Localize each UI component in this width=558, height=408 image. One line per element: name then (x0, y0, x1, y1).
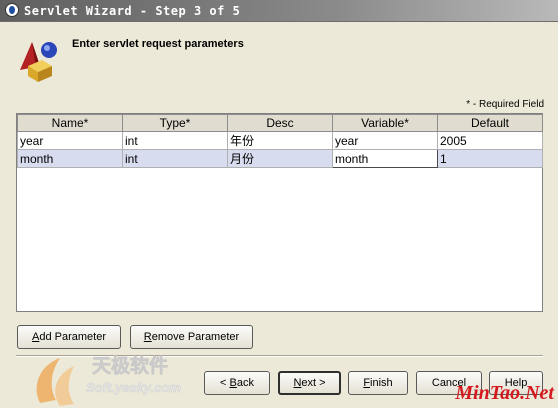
cell-name[interactable]: year (17, 131, 123, 150)
table-row[interactable]: year int 年份 year 2005 (17, 131, 543, 150)
remove-parameter-label: emove Parameter (151, 331, 240, 343)
next-button[interactable]: Next > (278, 371, 341, 395)
table-header-row: Name* Type* Desc Variable* Default (17, 114, 543, 132)
title-bar: Servlet Wizard - Step 3 of 5 (0, 0, 558, 22)
finish-label: inish (370, 377, 393, 389)
add-parameter-button[interactable]: Add Parameter (17, 325, 121, 349)
mintao-watermark: MinTao.Net (455, 382, 554, 404)
remove-parameter-mnemonic: R (143, 331, 152, 343)
app-icon (5, 3, 19, 17)
cell-type[interactable]: int (122, 149, 228, 168)
table-row[interactable]: month int 月份 month 1 (17, 149, 543, 168)
next-label: ext > (301, 377, 326, 389)
add-parameter-label: dd Parameter (39, 331, 106, 343)
cell-type[interactable]: int (122, 131, 228, 150)
column-header-type[interactable]: Type* (122, 114, 228, 132)
back-mnemonic: B (229, 377, 237, 389)
remove-parameter-button[interactable]: Remove Parameter (130, 325, 253, 349)
cell-default[interactable]: 1 (437, 149, 543, 168)
column-header-variable[interactable]: Variable* (332, 114, 438, 132)
finish-button[interactable]: Finish (348, 371, 408, 395)
yesky-watermark-logo: 天极软件 Soft.yesky.com (36, 354, 182, 406)
cell-variable-editor[interactable]: month (332, 149, 438, 168)
watermark-url-text: Soft.yesky.com (86, 380, 181, 395)
cell-default[interactable]: 2005 (437, 131, 543, 150)
back-prefix: < (220, 377, 230, 389)
cell-desc[interactable]: 年份 (227, 131, 333, 150)
column-header-desc[interactable]: Desc (227, 114, 333, 132)
back-label: ack (236, 377, 254, 389)
column-header-name[interactable]: Name* (17, 114, 123, 132)
parameters-table[interactable]: Name* Type* Desc Variable* Default year … (16, 113, 543, 312)
wizard-shapes-icon (20, 42, 57, 82)
step-title: Enter servlet request parameters (72, 38, 244, 50)
back-button[interactable]: < Back (204, 371, 270, 395)
cell-variable[interactable]: year (332, 131, 438, 150)
column-header-default[interactable]: Default (437, 114, 543, 132)
required-field-note: * - Required Field (466, 99, 544, 110)
window-title: Servlet Wizard - Step 3 of 5 (24, 4, 241, 18)
cell-name[interactable]: month (17, 149, 123, 168)
watermark-cn-text: 天极软件 (92, 354, 168, 377)
cell-desc[interactable]: 月份 (227, 149, 333, 168)
wizard-header: Enter servlet request parameters (0, 22, 558, 88)
